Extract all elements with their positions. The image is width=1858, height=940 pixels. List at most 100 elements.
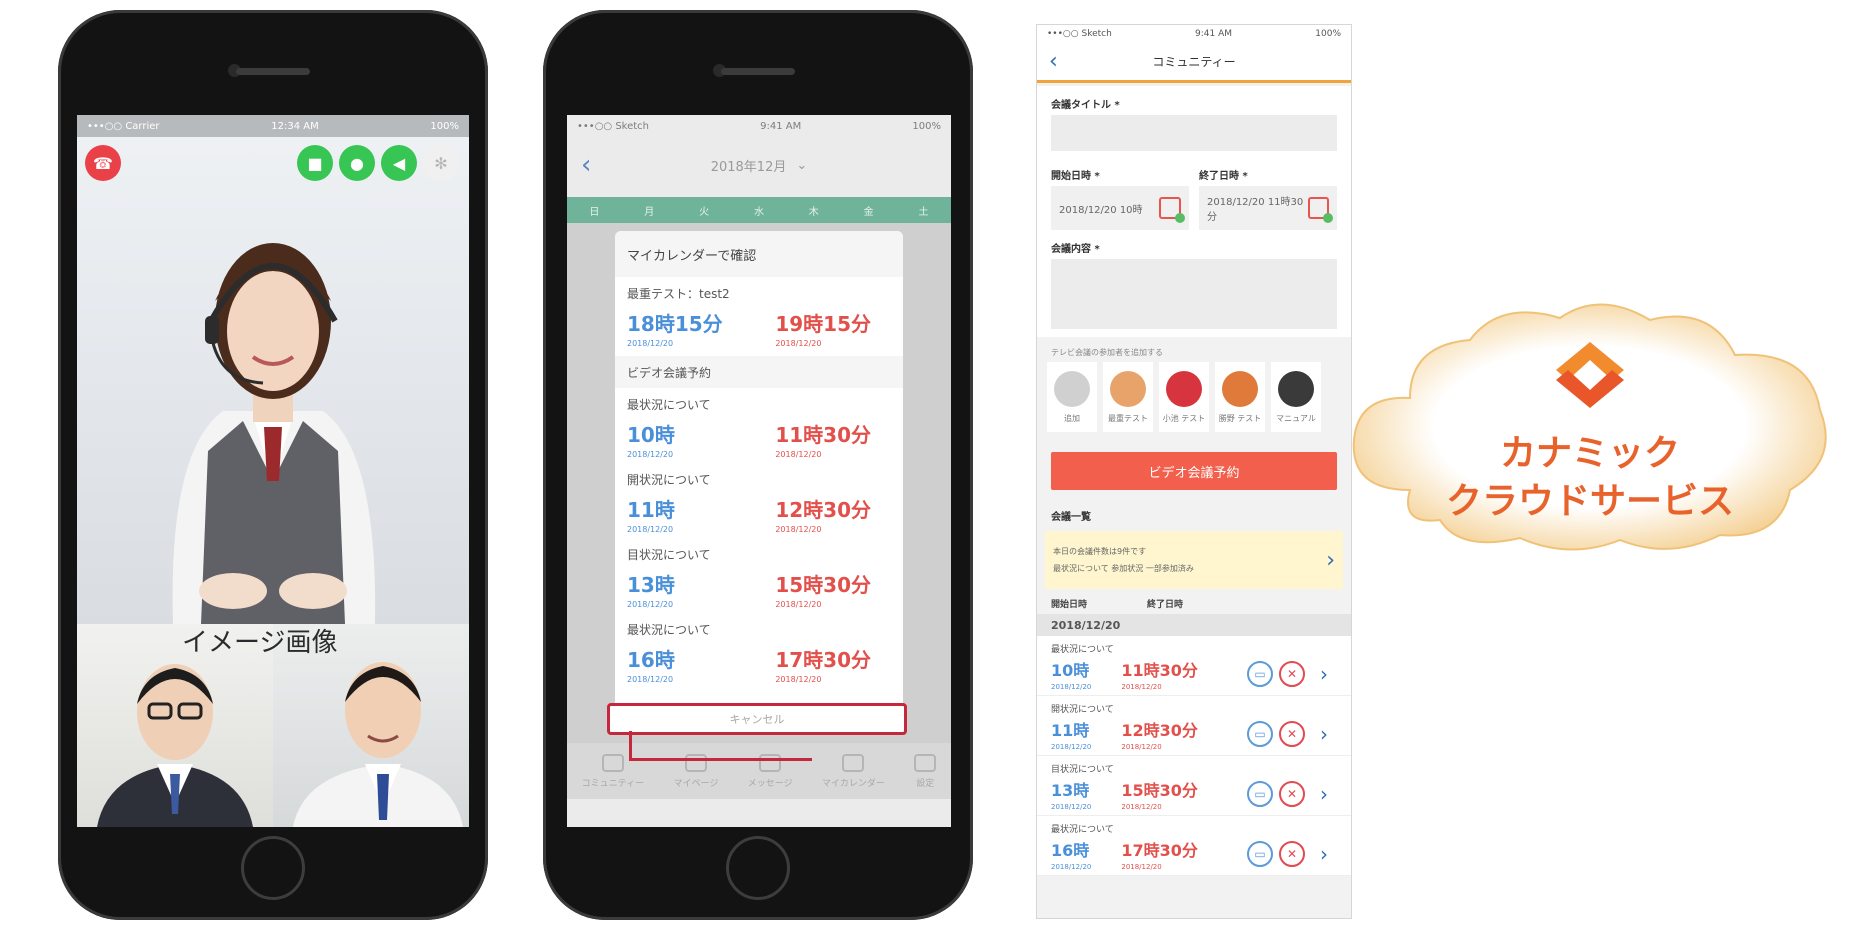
camera-toggle-button[interactable]: ■ xyxy=(297,145,333,181)
battery-label: 100% xyxy=(1315,29,1341,39)
video-call-icon[interactable]: ▭ xyxy=(1247,781,1273,807)
carrier-label: •••○○ Carrier xyxy=(87,120,160,132)
end-date: 2018/12/20 xyxy=(775,339,822,348)
community-nav: ‹ コミュニティー xyxy=(1037,43,1351,83)
chevron-down-icon[interactable]: ⌄ xyxy=(796,158,807,173)
hang-up-button[interactable]: ☎ xyxy=(85,145,121,181)
operator-photo xyxy=(172,243,376,624)
notice-detail: 最状況について 参加状況 一部参加済み xyxy=(1053,564,1194,573)
meeting-notice[interactable]: 本日の会議件数は9件です 最状況について 参加状況 一部参加済み › xyxy=(1045,531,1343,589)
meeting-topic: 開状況について xyxy=(1051,705,1114,715)
microphone-icon: ● xyxy=(350,153,364,173)
chevron-right-icon[interactable]: › xyxy=(1311,661,1337,687)
delete-icon[interactable]: ✕ xyxy=(1279,661,1305,687)
calendar-screen: •••○○ Sketch 9:41 AM 100% ‹ 2018年12月 ⌄ 日… xyxy=(567,115,951,827)
delete-icon[interactable]: ✕ xyxy=(1279,781,1305,807)
home-button xyxy=(726,836,790,900)
tab-label: マイカレンダー xyxy=(821,778,885,789)
start-date: 2018/12/20 xyxy=(627,675,674,684)
end-time: 11時30分 xyxy=(1121,661,1198,680)
notice-body: 本日の会議件数は9件です 最状況について 参加状況 一部参加済み xyxy=(1053,546,1194,574)
start-date: 2018/12/20 xyxy=(627,600,674,609)
chevron-right-icon[interactable]: › xyxy=(1326,548,1335,573)
meeting-title-input[interactable] xyxy=(1051,115,1337,151)
speaker-toggle-button[interactable]: ◀ xyxy=(381,145,417,181)
chevron-right-icon[interactable]: › xyxy=(1311,721,1337,747)
date-pickers: 2018/12/20 10時 2018/12/20 11時30分 xyxy=(1037,186,1351,230)
event-label: 最重テスト：test2 xyxy=(627,287,730,301)
mic-toggle-button[interactable]: ● xyxy=(339,145,375,181)
chevron-right-icon[interactable]: › xyxy=(1311,841,1337,867)
month-title[interactable]: 2018年12月 xyxy=(711,156,787,175)
avatar xyxy=(1278,370,1314,407)
end-date: 2018/12/20 xyxy=(775,675,822,684)
back-chevron-icon[interactable]: ‹ xyxy=(1049,49,1058,74)
members-hint: テレビ会議の参加者を追加する xyxy=(1051,348,1163,357)
list-column-header: 開始日時 終了日時 xyxy=(1037,589,1351,614)
reservation-item[interactable]: 目状況について 13時 2018/12/20 15時30分 2018/12/20 xyxy=(615,538,903,613)
community-screen: •••○○ Sketch 9:41 AM 100% ‹ コミュニティー 会議タイ… xyxy=(1036,24,1352,919)
video-call-icon[interactable]: ▭ xyxy=(1247,721,1273,747)
video-camera-icon: ■ xyxy=(307,153,323,173)
weekday: 火 xyxy=(699,206,710,218)
list-item[interactable]: 開状況について 11時 2018/12/20 12時30分 2018/12/20 ▭… xyxy=(1037,696,1351,756)
tab-calendar[interactable]: マイカレンダー xyxy=(821,753,885,789)
delete-icon[interactable]: ✕ xyxy=(1279,721,1305,747)
member-avatar[interactable]: 小池 テスト xyxy=(1159,362,1209,432)
video-call-icon[interactable]: ▭ xyxy=(1247,661,1273,687)
event-label: 開状況について xyxy=(627,473,711,487)
start-date: 2018/12/20 xyxy=(1051,803,1092,811)
brand-line-2: クラウドサービス xyxy=(1445,481,1734,522)
gear-icon xyxy=(914,753,937,772)
stage: •••○○ Carrier 12:34 AM 100% ☎ ■ ● ◀ ✻ イメ… xyxy=(0,0,1858,940)
clock-label: 9:41 AM xyxy=(760,120,802,132)
add-user-icon xyxy=(1054,370,1090,407)
list-item[interactable]: 目状況について 13時 2018/12/20 15時30分 2018/12/20 ▭… xyxy=(1037,756,1351,816)
weekday: 水 xyxy=(753,206,764,218)
end-date: 2018/12/20 xyxy=(775,450,822,459)
back-chevron-icon[interactable]: ‹ xyxy=(581,150,591,180)
video-meeting-reserve-button[interactable]: ビデオ会議予約 xyxy=(1051,452,1337,490)
start-label: 開始日時 * xyxy=(1051,171,1100,182)
video-call-icon[interactable]: ▭ xyxy=(1247,841,1273,867)
cancel-button[interactable]: キャンセル xyxy=(607,703,907,735)
member-avatar[interactable]: マニュアル xyxy=(1271,362,1321,432)
member-label: マニュアル xyxy=(1276,413,1316,423)
end-date: 2018/12/20 xyxy=(1121,803,1162,811)
settings-button[interactable]: ✻ xyxy=(423,145,459,181)
modal-title: マイカレンダーで確認 xyxy=(615,231,903,277)
event-label: 最状況について xyxy=(627,623,711,637)
reservation-item[interactable]: 最状況について 16時 2018/12/20 17時30分 2018/12/20 xyxy=(615,613,903,688)
meeting-topic: 最状況について xyxy=(1051,645,1114,655)
member-avatar[interactable]: 最重テスト xyxy=(1103,362,1153,432)
modal-top-event[interactable]: 最重テスト：test2 18時15分 2018/12/20 19時15分 2018/… xyxy=(615,277,903,352)
list-item[interactable]: 最状況について 16時 2018/12/20 17時30分 2018/12/20 ▭… xyxy=(1037,816,1351,876)
end-time: 17時30分 xyxy=(775,648,871,672)
tab-settings[interactable]: 設定 xyxy=(914,753,937,789)
calendar-icon[interactable] xyxy=(1307,197,1334,223)
start-date-field[interactable]: 2018/12/20 10時 xyxy=(1051,186,1189,230)
speaker-grille xyxy=(236,68,310,75)
battery-label: 100% xyxy=(912,120,941,132)
reservation-item[interactable]: 最状況について 10時 2018/12/20 11時30分 2018/12/20 xyxy=(615,388,903,463)
tab-label: コミュニティー xyxy=(581,778,645,789)
start-date: 2018/12/20 xyxy=(627,450,674,459)
phone-video-call: •••○○ Carrier 12:34 AM 100% ☎ ■ ● ◀ ✻ xyxy=(58,10,488,920)
meeting-content-textarea[interactable] xyxy=(1051,259,1337,329)
end-date-field[interactable]: 2018/12/20 11時30分 xyxy=(1199,186,1337,230)
reservation-item[interactable]: 開状況について 11時 2018/12/20 12時30分 2018/12/20 xyxy=(615,463,903,538)
delete-icon[interactable]: ✕ xyxy=(1279,841,1305,867)
content-label: 会議内容 * xyxy=(1051,244,1100,255)
list-item[interactable]: 最状況について 10時 2018/12/20 11時30分 2018/12/20 ▭… xyxy=(1037,636,1351,696)
col-end: 終了日時 xyxy=(1147,600,1184,610)
meeting-form: 会議タイトル * 開始日時 * 終了日時 * 2018/12/20 10時 20… xyxy=(1037,86,1351,876)
meeting-topic: 目状況について xyxy=(1051,765,1114,775)
chevron-right-icon[interactable]: › xyxy=(1311,781,1337,807)
member-avatar[interactable]: 勝野 テスト xyxy=(1215,362,1265,432)
weekday-header: 日 月 火 水 木 金 土 xyxy=(567,197,951,223)
add-member-button[interactable]: 追加 xyxy=(1047,362,1097,432)
end-time: 15時30分 xyxy=(775,573,871,597)
avatar xyxy=(1222,370,1258,407)
calendar-icon[interactable] xyxy=(1159,197,1185,223)
weekday: 木 xyxy=(808,206,819,218)
